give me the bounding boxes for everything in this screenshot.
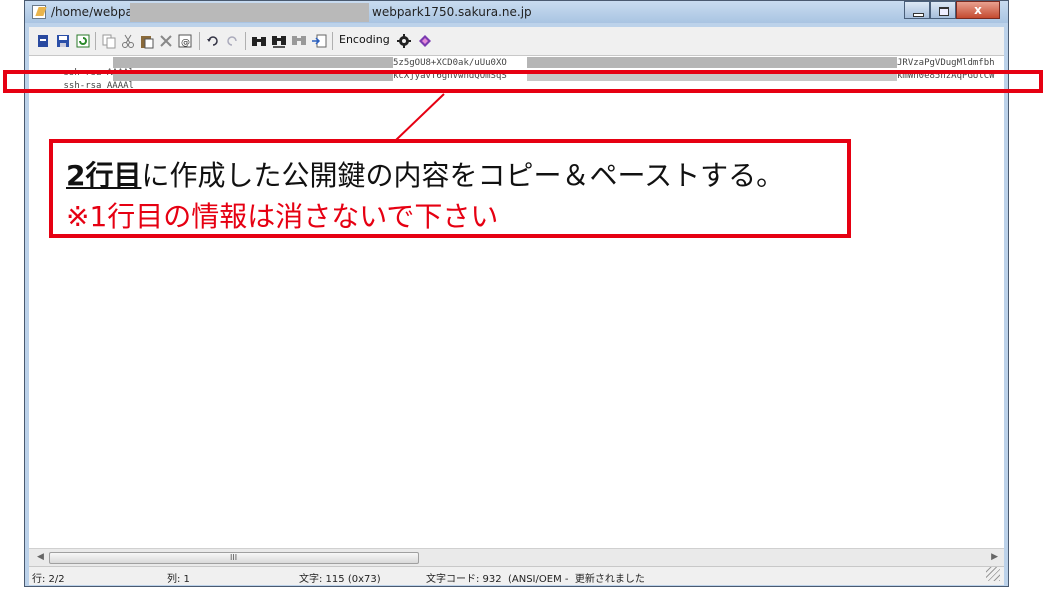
window-title-path: /home/webpar [51,5,138,19]
find-icon[interactable] [251,33,267,49]
toolbar-separator [332,32,333,50]
redaction-mask [130,3,369,22]
redo-icon[interactable] [224,33,240,49]
minimize-button[interactable] [904,1,930,19]
line-1-suffix: JRVzaPgVDugMldmfbh [897,58,995,68]
redaction-mask [527,57,897,68]
toolbar-separator [199,32,200,50]
status-charcode: 文字コード: 932 (ANSI/OEM - 更新されました [426,574,645,585]
status-bar: 行: 2/2 列: 1 文字: 115 (0x73) 文字コード: 932 (A… [29,566,1004,585]
callout-line-1: 2行目に作成した公開鍵の内容をコピー＆ペーストする。 [66,154,784,194]
status-line: 行: 2/2 [32,574,65,585]
delete-icon[interactable] [158,33,174,49]
paste-icon[interactable] [139,33,155,49]
close-button[interactable]: x [956,1,1000,19]
info-icon[interactable] [417,33,433,49]
resize-grip[interactable] [986,567,1000,581]
svg-text:@: @ [181,38,190,48]
callout-emphasis: 2行目 [66,159,142,192]
app-icon [32,5,46,19]
close-icon: x [974,3,982,17]
jump-icon[interactable] [311,33,327,49]
encoding-button[interactable]: Encoding [339,33,390,46]
callout-connector [395,93,445,141]
title-bar[interactable]: /home/webpar webpark1750.sakura.ne.jp x [25,1,1008,23]
find-next-icon[interactable] [271,33,287,49]
select-all-icon[interactable]: @ [177,33,193,49]
status-chars: 文字: 115 (0x73) [299,574,381,585]
undo-icon[interactable] [205,33,221,49]
horizontal-scrollbar[interactable]: ◀ III ▶ [29,548,1004,566]
window-title-host: webpark1750.sakura.ne.jp [372,5,532,19]
callout-warning: ※1行目の情報は消さないで下さい [66,200,499,233]
window-controls: x [904,1,1000,19]
settings-icon[interactable] [396,33,412,49]
cut-icon[interactable] [120,33,136,49]
scrollbar-thumb[interactable]: III [49,552,419,564]
refresh-icon[interactable] [75,33,91,49]
line-1-middle: 5z5gOU8+XCD0ak/uUu0XO [393,58,507,68]
scroll-left-icon[interactable]: ◀ [37,552,44,562]
toolbar-separator [95,32,96,50]
text-editor-area[interactable]: ssh-rsa AAAAl 5z5gOU8+XCD0ak/uUu0XO JRVz… [29,56,1004,548]
copy-icon[interactable] [101,33,117,49]
find-prev-icon[interactable] [35,33,51,49]
toolbar-separator [245,32,246,50]
find-all-icon[interactable] [291,33,307,49]
toolbar: @ Encoding [29,27,1004,56]
callout-text: に作成した公開鍵の内容をコピー＆ペーストする。 [141,159,785,192]
scroll-right-icon[interactable]: ▶ [991,552,998,562]
maximize-button[interactable] [930,1,956,19]
line-2-highlight-box [3,70,1043,93]
instruction-callout: 2行目に作成した公開鍵の内容をコピー＆ペーストする。 ※1行目の情報は消さないで… [49,139,851,238]
status-column: 列: 1 [167,574,190,585]
scrollbar-grip: III [230,553,238,562]
redaction-mask [113,57,393,68]
save-icon[interactable] [55,33,71,49]
